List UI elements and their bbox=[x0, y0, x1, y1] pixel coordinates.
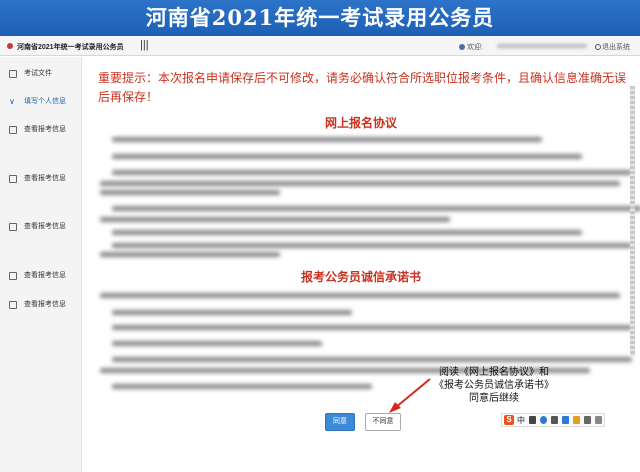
redacted-text-line bbox=[112, 325, 632, 330]
sogou-logo-icon: S bbox=[504, 415, 514, 425]
document-icon bbox=[9, 272, 17, 280]
important-notice: 重要提示：本次报名申请保存后不可修改，请务必确认符合所选职位报考条件，且确认信息… bbox=[98, 71, 627, 104]
redacted-text-line bbox=[112, 154, 582, 159]
voice-icon[interactable] bbox=[551, 416, 558, 424]
redacted-text-line bbox=[112, 206, 640, 211]
agreement-title: 网上报名协议 bbox=[324, 116, 397, 130]
redacted-text-line bbox=[100, 293, 620, 298]
punctuation-icon[interactable] bbox=[529, 416, 536, 424]
user-icon bbox=[459, 44, 465, 51]
sidebar-item-label: 查看报考信息 bbox=[24, 272, 66, 279]
logo-icon bbox=[7, 43, 13, 49]
sidebar-item-label: 查看报考信息 bbox=[24, 301, 66, 308]
toolbox-icon[interactable] bbox=[584, 416, 591, 424]
annotation-line: 同意后继续 bbox=[469, 393, 519, 404]
user-welcome: 欢迎: bbox=[459, 42, 483, 52]
redacted-text-line bbox=[112, 357, 632, 362]
document-icon bbox=[9, 70, 17, 78]
sidebar-item-view-info-5[interactable]: 查看报考信息 bbox=[0, 297, 82, 313]
ime-toolbar[interactable]: S 中 bbox=[501, 413, 605, 427]
redacted-text-line bbox=[112, 170, 632, 175]
agree-button[interactable]: 同意 bbox=[325, 413, 355, 431]
power-icon bbox=[595, 44, 601, 51]
redacted-text-line bbox=[112, 310, 352, 315]
annotation-line: 《报考公务员诚信承诺书》 bbox=[434, 380, 554, 391]
user-label: 欢迎: bbox=[467, 44, 483, 51]
sidebar-item-view-info-1[interactable]: 查看报考信息 bbox=[0, 122, 82, 138]
keyboard-icon[interactable] bbox=[562, 416, 569, 424]
sidebar-item-label: 考试文件 bbox=[24, 70, 52, 77]
sidebar-item-label: 查看报考信息 bbox=[24, 223, 66, 230]
sidebar: 考试文件 ∨ 填写个人信息 查看报考信息 查看报考信息 查看报考信息 查看报考信… bbox=[0, 57, 82, 472]
app-title: 河南省2021年统一考试录用公务员 bbox=[17, 44, 124, 51]
page-banner: 河南省2021年统一考试录用公务员 bbox=[0, 0, 640, 36]
redacted-text-line bbox=[112, 243, 632, 248]
user-info-redacted bbox=[497, 44, 587, 48]
check-icon: ∨ bbox=[9, 97, 15, 106]
document-icon bbox=[9, 223, 17, 231]
redacted-text-line bbox=[100, 190, 280, 195]
pledge-title: 报考公务员诚信承诺书 bbox=[300, 270, 421, 284]
emoji-icon[interactable] bbox=[540, 416, 547, 424]
document-icon bbox=[9, 301, 17, 309]
redacted-text-line bbox=[112, 384, 372, 389]
sidebar-item-view-info-2[interactable]: 查看报考信息 bbox=[0, 171, 82, 187]
menu-toggle-button[interactable]: ||| bbox=[140, 39, 149, 51]
sidebar-item-label: 查看报考信息 bbox=[24, 126, 66, 133]
document-icon bbox=[9, 126, 17, 134]
sidebar-item-view-info-4[interactable]: 查看报考信息 bbox=[0, 268, 82, 284]
logout-label: 退出系统 bbox=[602, 44, 630, 51]
logout-button[interactable]: 退出系统 bbox=[595, 42, 630, 52]
annotation-line: 阅读《网上报名协议》和 bbox=[439, 367, 549, 378]
sidebar-item-fill-info[interactable]: ∨ 填写个人信息 bbox=[0, 94, 82, 110]
instruction-annotation: 阅读《网上报名协议》和 《报考公务员诚信承诺书》 同意后继续 bbox=[424, 366, 564, 405]
document-icon bbox=[9, 175, 17, 183]
redacted-text-line bbox=[112, 230, 582, 235]
sidebar-item-label: 填写个人信息 bbox=[24, 98, 66, 105]
redacted-text-line bbox=[100, 217, 450, 222]
sidebar-item-view-info-3[interactable]: 查看报考信息 bbox=[0, 219, 82, 235]
redacted-text-line bbox=[100, 252, 280, 257]
scrollbar[interactable] bbox=[630, 86, 635, 356]
redacted-text-line bbox=[112, 341, 322, 346]
arrow-icon bbox=[389, 378, 431, 413]
sidebar-item-exam-files[interactable]: 考试文件 bbox=[0, 66, 82, 82]
main-content: 重要提示：本次报名申请保存后不可修改，请务必确认符合所选职位报考条件，且确认信息… bbox=[82, 57, 640, 472]
ime-mode-label[interactable]: 中 bbox=[517, 415, 525, 426]
sidebar-item-label: 查看报考信息 bbox=[24, 175, 66, 182]
grid-icon[interactable] bbox=[595, 416, 602, 424]
skin-icon[interactable] bbox=[573, 416, 580, 424]
redacted-text-line bbox=[112, 137, 542, 142]
top-bar: 河南省2021年统一考试录用公务员 ||| 欢迎: 退出系统 bbox=[0, 36, 640, 56]
redacted-text-line bbox=[100, 181, 620, 186]
disagree-button[interactable]: 不同意 bbox=[365, 413, 401, 431]
